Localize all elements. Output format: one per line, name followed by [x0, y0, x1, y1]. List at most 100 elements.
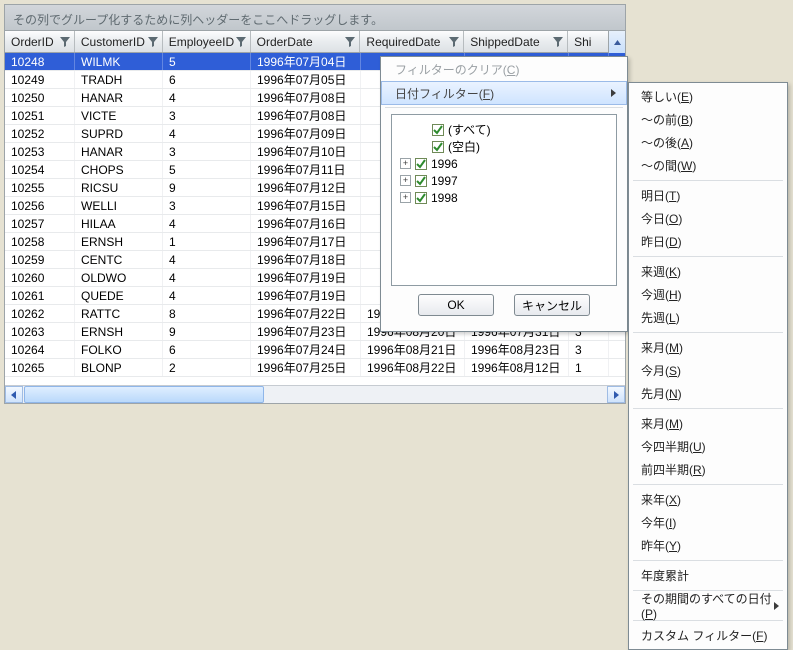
- column-header-shippeddate[interactable]: ShippedDate: [464, 31, 568, 52]
- cell: 1996年08月23日: [465, 341, 569, 358]
- submenu-item[interactable]: 年度累計: [629, 564, 787, 587]
- submenu-item[interactable]: 先月(N): [629, 382, 787, 405]
- submenu-item[interactable]: ～の前(B): [629, 108, 787, 131]
- submenu-item[interactable]: 昨年(Y): [629, 534, 787, 557]
- cell: 1996年07月18日: [251, 251, 361, 268]
- submenu-item[interactable]: 今週(H): [629, 283, 787, 306]
- submenu-item[interactable]: 先週(L): [629, 306, 787, 329]
- column-header-employeeid[interactable]: EmployeeID: [163, 31, 251, 52]
- submenu-item[interactable]: 来週(K): [629, 260, 787, 283]
- clear-filter-menu-item: フィルターのクリア(C): [381, 57, 627, 81]
- menu-item-label: 年度累計: [641, 567, 689, 584]
- cell: 1996年07月19日: [251, 287, 361, 304]
- column-header-orderdate[interactable]: OrderDate: [251, 31, 361, 52]
- submenu-item[interactable]: 今月(S): [629, 359, 787, 382]
- submenu-item[interactable]: カスタム フィルター(F): [629, 624, 787, 647]
- tree-item-1996[interactable]: + 1996: [396, 155, 612, 172]
- separator: [633, 180, 783, 181]
- checked-checkbox-icon[interactable]: [415, 158, 427, 170]
- cell: 1996年07月12日: [251, 179, 361, 196]
- expand-icon[interactable]: +: [400, 175, 411, 186]
- separator: [633, 560, 783, 561]
- menu-item-label: 来月(M): [641, 415, 683, 432]
- checked-checkbox-icon[interactable]: [432, 141, 444, 153]
- scroll-thumb[interactable]: [24, 386, 264, 403]
- checked-checkbox-icon[interactable]: [415, 175, 427, 187]
- cell: 1996年07月08日: [251, 107, 361, 124]
- filter-icon[interactable]: [236, 37, 246, 47]
- submenu-item[interactable]: その期間のすべての日付(P): [629, 594, 787, 617]
- column-header-requireddate[interactable]: RequiredDate: [360, 31, 464, 52]
- menu-item-label: 来月(M): [641, 339, 683, 356]
- table-row[interactable]: 10264FOLKO61996年07月24日1996年08月21日1996年08…: [5, 341, 625, 359]
- cell: 4: [163, 89, 251, 106]
- table-row[interactable]: 10265BLONP21996年07月25日1996年08月22日1996年08…: [5, 359, 625, 377]
- submenu-item[interactable]: 来年(X): [629, 488, 787, 511]
- scroll-right-button[interactable]: [607, 386, 625, 403]
- cell: 1996年08月21日: [361, 341, 465, 358]
- filter-icon[interactable]: [60, 37, 70, 47]
- column-header-label: EmployeeID: [169, 35, 234, 49]
- submenu-item[interactable]: 今日(O): [629, 207, 787, 230]
- popup-button-row: OK キャンセル: [381, 290, 627, 324]
- cell: 10258: [5, 233, 75, 250]
- submenu-item[interactable]: 等しい(E): [629, 85, 787, 108]
- cell: 1: [569, 359, 609, 376]
- column-header-ship[interactable]: Shi: [568, 31, 608, 52]
- submenu-item[interactable]: 昨日(D): [629, 230, 787, 253]
- cell: 9: [163, 179, 251, 196]
- cell: 10265: [5, 359, 75, 376]
- tree-item-blank[interactable]: (空白): [396, 138, 612, 155]
- menu-item-label: その期間のすべての日付(P): [641, 590, 775, 621]
- cell: 3: [163, 107, 251, 124]
- submenu-item[interactable]: ～の後(A): [629, 131, 787, 154]
- submenu-item[interactable]: 前四半期(R): [629, 458, 787, 481]
- cell: 1996年07月04日: [251, 53, 361, 70]
- separator: [633, 332, 783, 333]
- column-header-label: ShippedDate: [470, 35, 539, 49]
- menu-item-label: 等しい(E): [641, 88, 693, 105]
- checked-checkbox-icon[interactable]: [415, 192, 427, 204]
- cell: FOLKO: [75, 341, 163, 358]
- filter-tree[interactable]: (すべて) (空白) + 1996 + 1997 + 1998: [391, 114, 617, 286]
- tree-item-1997[interactable]: + 1997: [396, 172, 612, 189]
- menu-item-label: 昨日(D): [641, 233, 682, 250]
- date-filter-menu-item[interactable]: 日付フィルター(F): [381, 81, 627, 105]
- checked-checkbox-icon[interactable]: [432, 124, 444, 136]
- column-header-orderid[interactable]: OrderID: [5, 31, 75, 52]
- filter-icon[interactable]: [553, 37, 563, 47]
- group-by-panel[interactable]: その列でグループ化するために列ヘッダーをここへドラッグします。: [5, 5, 625, 31]
- submenu-item[interactable]: 今四半期(U): [629, 435, 787, 458]
- cell: RICSU: [75, 179, 163, 196]
- expand-icon[interactable]: +: [400, 158, 411, 169]
- expand-icon[interactable]: +: [400, 192, 411, 203]
- submenu-item[interactable]: ～の間(W): [629, 154, 787, 177]
- ok-button[interactable]: OK: [418, 294, 494, 316]
- submenu-item[interactable]: 明日(T): [629, 184, 787, 207]
- filter-icon[interactable]: [345, 37, 355, 47]
- filter-icon[interactable]: [148, 37, 158, 47]
- submenu-item[interactable]: 今年(I): [629, 511, 787, 534]
- separator: [633, 408, 783, 409]
- horizontal-scrollbar[interactable]: [5, 385, 625, 403]
- cell: 1: [163, 233, 251, 250]
- cell: 1996年07月17日: [251, 233, 361, 250]
- cell: 10254: [5, 161, 75, 178]
- cell: VICTE: [75, 107, 163, 124]
- scroll-up-button[interactable]: [608, 31, 625, 53]
- cancel-button[interactable]: キャンセル: [514, 294, 590, 316]
- cell: 3: [569, 341, 609, 358]
- submenu-item[interactable]: 来月(M): [629, 336, 787, 359]
- cell: 1996年07月25日: [251, 359, 361, 376]
- filter-icon[interactable]: [449, 37, 459, 47]
- column-header-row: OrderID CustomerID EmployeeID OrderDate …: [5, 31, 625, 53]
- tree-item-1998[interactable]: + 1998: [396, 189, 612, 206]
- cell: 4: [163, 287, 251, 304]
- scroll-left-button[interactable]: [5, 386, 23, 403]
- column-header-customerid[interactable]: CustomerID: [75, 31, 163, 52]
- cell: ERNSH: [75, 233, 163, 250]
- submenu-item[interactable]: 来月(M): [629, 412, 787, 435]
- cell: BLONP: [75, 359, 163, 376]
- tree-item-label: (空白): [448, 138, 480, 155]
- tree-item-all[interactable]: (すべて): [396, 121, 612, 138]
